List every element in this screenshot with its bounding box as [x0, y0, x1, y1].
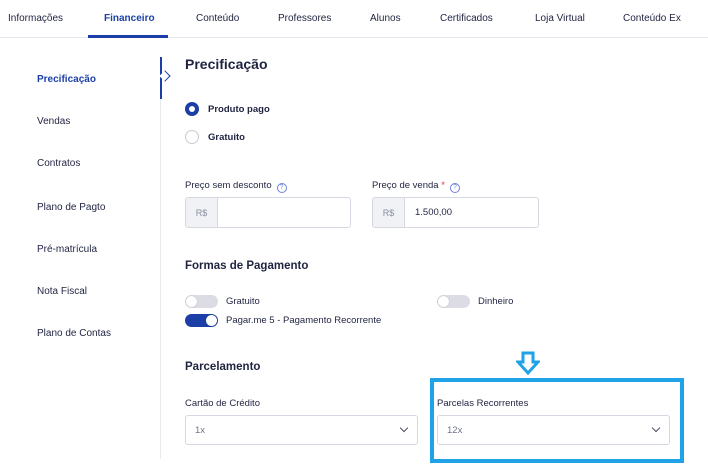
radio-produto-pago-label[interactable]: Produto pago — [208, 104, 270, 115]
price-without-discount-input[interactable]: R$ — [185, 197, 351, 228]
credit-card-select[interactable]: 1x — [185, 415, 418, 445]
radio-produto-pago[interactable] — [185, 102, 199, 116]
tab-professores[interactable]: Professores — [278, 13, 331, 24]
tab-conteudo[interactable]: Conteúdo — [196, 13, 239, 24]
toggle-pagarme-recorrente[interactable] — [185, 314, 218, 327]
help-circle-icon[interactable]: ? — [276, 183, 287, 193]
sidebar-item-vendas[interactable]: Vendas — [37, 116, 70, 127]
toggle-gratuito[interactable] — [185, 295, 218, 308]
sale-price-value[interactable]: 1.500,00 — [405, 198, 538, 227]
toggle-knob — [206, 315, 217, 326]
credit-card-label: Cartão de Crédito — [185, 398, 260, 409]
sidebar-item-plano-de-pagto[interactable]: Plano de Pagto — [37, 202, 105, 213]
installments-title: Parcelamento — [185, 361, 261, 373]
required-mark: * — [441, 180, 445, 191]
sidebar-item-pre-matricula[interactable]: Pré-matrícula — [37, 244, 97, 255]
sidebar-item-nota-fiscal[interactable]: Nota Fiscal — [37, 286, 87, 297]
toggle-knob — [186, 296, 197, 307]
currency-prefix: R$ — [186, 198, 218, 227]
chevron-down-icon — [399, 423, 409, 433]
price-without-discount-label: Preço sem desconto? — [185, 180, 287, 193]
toggle-pagarme-recorrente-label: Pagar.me 5 - Pagamento Recorrente — [226, 315, 382, 326]
price-without-discount-value[interactable] — [218, 198, 350, 227]
sale-price-input[interactable]: R$ 1.500,00 — [372, 197, 539, 228]
payment-methods-title: Formas de Pagamento — [185, 260, 309, 272]
sidebar-divider — [160, 99, 161, 459]
help-circle-icon[interactable]: ? — [449, 183, 460, 193]
tab-loja-virtual[interactable]: Loja Virtual — [535, 13, 585, 24]
annotation-highlight-box — [430, 378, 684, 463]
page-title: Precificação — [185, 56, 268, 72]
toggle-knob — [438, 296, 449, 307]
tab-certificados[interactable]: Certificados — [440, 13, 493, 24]
tab-financeiro[interactable]: Financeiro — [104, 13, 155, 24]
sidebar: Precificação Vendas Contratos Plano de P… — [0, 40, 160, 474]
top-tab-bar: Informações Financeiro Conteúdo Professo… — [0, 0, 708, 38]
tab-conteudo-extra[interactable]: Conteúdo Ex — [623, 13, 681, 24]
sidebar-item-plano-de-contas[interactable]: Plano de Contas — [37, 328, 111, 339]
currency-prefix: R$ — [373, 198, 405, 227]
tab-alunos[interactable]: Alunos — [370, 13, 401, 24]
arrow-down-icon — [516, 351, 540, 375]
credit-card-select-value: 1x — [195, 425, 206, 436]
tab-informacoes[interactable]: Informações — [8, 13, 63, 24]
sidebar-item-precificacao[interactable]: Precificação — [37, 74, 96, 85]
toggle-gratuito-label: Gratuito — [226, 296, 260, 307]
radio-gratuito[interactable] — [185, 130, 199, 144]
radio-gratuito-label[interactable]: Gratuito — [208, 132, 245, 143]
active-tab-indicator — [88, 35, 168, 38]
toggle-dinheiro-label: Dinheiro — [478, 296, 514, 307]
sale-price-label: Preço de venda *? — [372, 180, 460, 193]
sidebar-item-contratos[interactable]: Contratos — [37, 158, 80, 169]
toggle-dinheiro[interactable] — [437, 295, 470, 308]
